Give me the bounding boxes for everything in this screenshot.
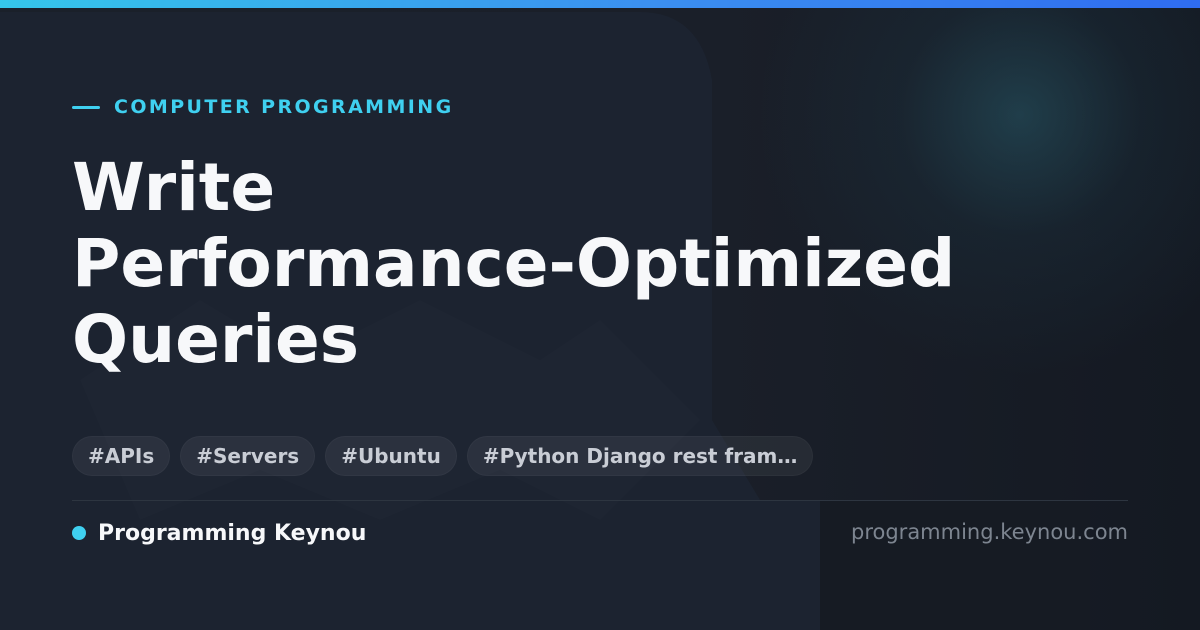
- dot-icon: [72, 526, 86, 540]
- tag-pill: #Python Django rest fram…: [466, 436, 814, 476]
- tag-pill: #APIs: [72, 436, 171, 476]
- tag-list: #APIs #Servers #Ubuntu #Python Django re…: [72, 436, 814, 476]
- title-line: Write: [72, 149, 276, 226]
- article-title: Write Performance-Optimized Queries: [72, 150, 1132, 378]
- site-domain: programming.keynou.com: [851, 520, 1128, 544]
- title-line: Performance-Optimized: [72, 225, 956, 302]
- dash-line-icon: [72, 105, 100, 109]
- site-name: Programming Keynou: [98, 520, 367, 546]
- site-brand: Programming Keynou: [72, 518, 366, 548]
- top-accent-bar: [0, 0, 1200, 8]
- category-label: COMPUTER PROGRAMMING: [72, 94, 454, 120]
- tag-pill: #Servers: [180, 436, 316, 476]
- title-line: Queries: [72, 301, 360, 378]
- tag-pill: #Ubuntu: [325, 436, 457, 476]
- category-text: COMPUTER PROGRAMMING: [114, 96, 454, 118]
- divider: [72, 500, 1128, 501]
- social-card: COMPUTER PROGRAMMING Write Performance-O…: [0, 0, 1200, 630]
